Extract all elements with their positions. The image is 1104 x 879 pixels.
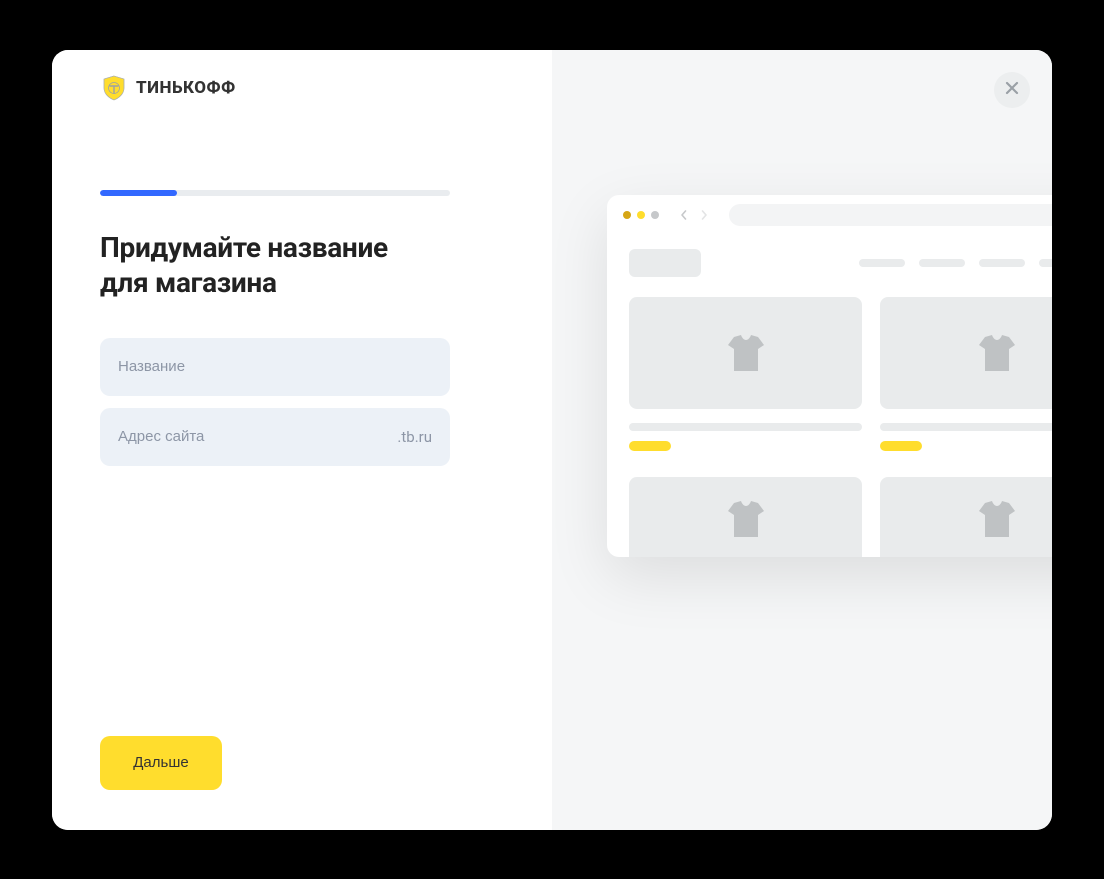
site-address-field-wrap: .tb.ru <box>100 408 450 466</box>
traffic-light-icon <box>651 211 659 219</box>
close-button[interactable] <box>994 72 1030 108</box>
traffic-light-icon <box>637 211 645 219</box>
chevron-right-icon <box>695 206 713 224</box>
url-bar-placeholder <box>729 204 1052 226</box>
next-button[interactable]: Дальше <box>100 736 222 790</box>
site-address-input[interactable] <box>118 428 397 445</box>
preview-products-row-2 <box>607 471 1052 557</box>
tshirt-icon <box>724 331 768 375</box>
brand-name: ТИНЬКОФФ <box>136 78 236 98</box>
shop-name-field-wrap <box>100 338 450 396</box>
preview-nav-item <box>1039 259 1052 267</box>
preview-nav <box>607 235 1052 291</box>
close-icon <box>1005 80 1019 99</box>
preview-price-placeholder <box>629 441 671 451</box>
preview-product-card <box>629 297 862 471</box>
preview-panel <box>552 50 1052 830</box>
setup-modal: ТИНЬКОФФ Придумайте название для магазин… <box>52 50 1052 830</box>
shop-name-input[interactable] <box>118 358 432 375</box>
brand-shield-icon <box>100 74 128 102</box>
traffic-light-icon <box>623 211 631 219</box>
preview-nav-item <box>979 259 1025 267</box>
preview-product-image <box>629 477 862 557</box>
preview-logo-placeholder <box>629 249 701 277</box>
preview-nav-item <box>859 259 905 267</box>
preview-price-placeholder <box>880 441 922 451</box>
chevron-left-icon <box>675 206 693 224</box>
tshirt-icon <box>975 331 1019 375</box>
preview-products-row-1 <box>607 291 1052 471</box>
preview-product-card <box>629 477 862 557</box>
preview-product-card <box>880 477 1052 557</box>
tshirt-icon <box>724 497 768 541</box>
preview-product-card <box>880 297 1052 471</box>
preview-text-placeholder <box>880 423 1052 431</box>
preview-nav-item <box>919 259 965 267</box>
progress-bar <box>100 190 450 196</box>
page-title: Придумайте название для магазина <box>100 230 504 300</box>
browser-chrome <box>607 195 1052 235</box>
preview-text-placeholder <box>629 423 862 431</box>
preview-product-image <box>880 477 1052 557</box>
form-panel: ТИНЬКОФФ Придумайте название для магазин… <box>52 50 552 830</box>
browser-nav-arrows <box>675 206 713 224</box>
progress-fill <box>100 190 177 196</box>
brand-logo: ТИНЬКОФФ <box>100 74 504 102</box>
preview-product-image <box>629 297 862 409</box>
preview-product-image <box>880 297 1052 409</box>
storefront-preview <box>607 195 1052 557</box>
domain-suffix: .tb.ru <box>397 428 432 446</box>
tshirt-icon <box>975 497 1019 541</box>
